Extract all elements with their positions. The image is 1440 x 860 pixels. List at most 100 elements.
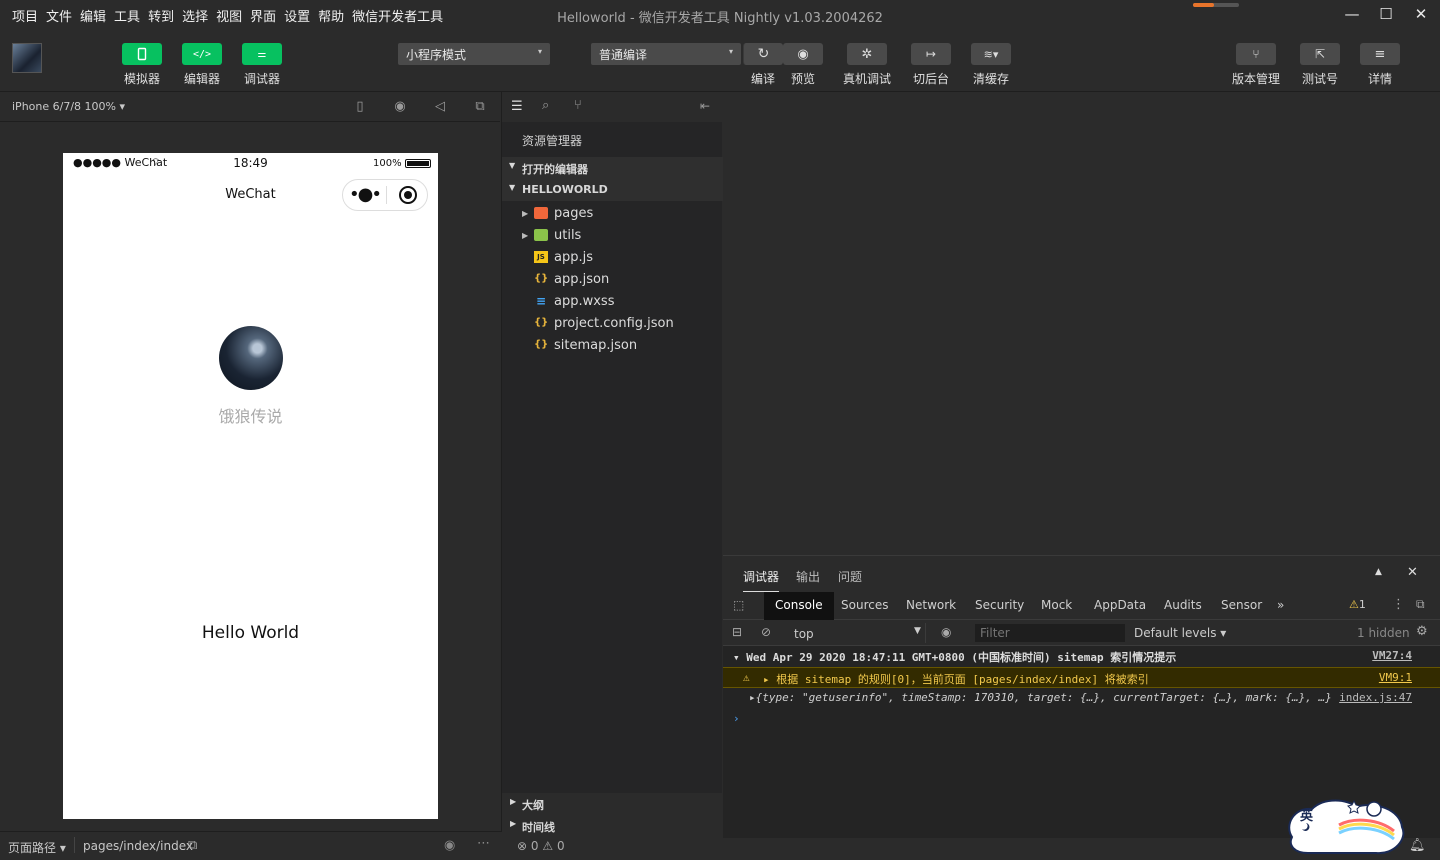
background-button[interactable]: ↦	[911, 43, 951, 65]
error-count[interactable]: ⊗ 0 ⚠ 0	[517, 839, 565, 853]
tab-network[interactable]: Network	[906, 598, 956, 612]
log-group[interactable]: ▾ Wed Apr 29 2020 18:47:11 GMT+0800 (中国标…	[723, 646, 1440, 667]
clear-cache-button[interactable]: ≋▾	[971, 43, 1011, 65]
tab-problems[interactable]: 问题	[838, 568, 862, 585]
branch-icon[interactable]: ⑂	[574, 98, 582, 113]
menu-icon: ≡	[1374, 46, 1386, 62]
clear-console-icon[interactable]: ⊘	[761, 625, 771, 639]
tab-sources[interactable]: Sources	[841, 598, 888, 612]
levels-select[interactable]: Default levels ▾	[1134, 626, 1226, 640]
chevron-down-icon: ▾	[537, 47, 542, 56]
chevron-up-icon[interactable]: ▲	[1375, 567, 1382, 577]
tree-item-label: app.js	[554, 249, 593, 265]
avatar[interactable]	[219, 326, 283, 390]
debugger-tabs: 调试器 输出 问题 ▲ ✕	[723, 556, 1440, 593]
outline-section[interactable]: ▶ 大纲	[502, 793, 723, 815]
remote-debug-button[interactable]: ✲	[847, 43, 887, 65]
test-account-button[interactable]: ⇱	[1300, 43, 1340, 65]
details-button[interactable]: ≡	[1360, 43, 1400, 65]
capsule-menu[interactable]: •●•	[342, 179, 428, 211]
close-icon[interactable]: ✕	[1407, 565, 1418, 580]
project-section[interactable]: ▼ HELLOWORLD	[502, 179, 723, 201]
compile-button[interactable]: ↻	[743, 43, 783, 65]
tab-debugger[interactable]: 调试器	[743, 568, 780, 593]
compile-select-value: 普通编译	[599, 48, 648, 62]
log-object[interactable]: ▸{type: "getuserinfo", timeStamp: 170310…	[723, 688, 1440, 709]
simulator-toggle[interactable]	[122, 43, 162, 65]
tree-item-app-js[interactable]: JS app.js	[502, 246, 723, 268]
tab-security[interactable]: Security	[975, 598, 1024, 612]
preview-button[interactable]: ◉	[783, 43, 823, 65]
tab-mock[interactable]: Mock	[1041, 598, 1072, 612]
close-target-icon[interactable]	[399, 186, 417, 204]
device-select[interactable]: iPhone 6/7/8 100% ▾	[12, 100, 125, 113]
maximize-button[interactable]: ☐	[1375, 5, 1397, 25]
context-select[interactable]: top ▼	[786, 623, 926, 643]
close-window-button[interactable]: ✕	[1410, 5, 1432, 25]
tab-audits[interactable]: Audits	[1164, 598, 1202, 612]
log-source-link[interactable]: VM9:1	[1379, 671, 1412, 684]
tab-output[interactable]: 输出	[796, 568, 820, 585]
compile-mode-select[interactable]: 普通编译 ▾	[591, 43, 741, 65]
warning-badge[interactable]: ⚠1	[1349, 598, 1366, 611]
log-source-link[interactable]: VM27:4	[1372, 649, 1412, 662]
ime-mascot[interactable]: 英	[1284, 795, 1408, 857]
switch-background-icon: ↦	[925, 47, 937, 61]
popout-icon[interactable]: ⧉	[472, 99, 488, 115]
mode-select[interactable]: 小程序模式 ▾	[398, 43, 550, 65]
list-icon[interactable]: ☰	[511, 99, 523, 114]
folder-pages-icon	[534, 207, 548, 219]
tab-appdata[interactable]: AppData	[1094, 598, 1146, 612]
tree-item-label: utils	[554, 227, 582, 243]
version-control-button[interactable]: ⑂	[1236, 43, 1276, 65]
bug-icon: ✲	[861, 46, 873, 62]
log-warning[interactable]: ⚠ ▸ 根据 sitemap 的规则[0]，当前页面 [pages/index/…	[723, 667, 1440, 688]
tree-item-app-wxss[interactable]: ≡ app.wxss	[502, 290, 723, 312]
preview-label: 预览	[790, 72, 815, 86]
debugger-toggle[interactable]: ⚌	[242, 43, 282, 65]
warning-icon: ⚠	[1349, 598, 1359, 611]
search-icon[interactable]: ⌕	[542, 98, 549, 113]
debugger-label: 调试器	[243, 72, 280, 86]
editor-toggle[interactable]: </>	[182, 43, 222, 65]
page-path-label[interactable]: 页面路径 ▾	[8, 839, 66, 856]
window-title: Helloworld - 微信开发者工具 Nightly v1.03.20042…	[557, 11, 883, 26]
refresh-icon: ↻	[757, 46, 770, 62]
tree-item-project-config[interactable]: {} project.config.json	[502, 312, 723, 334]
eye-icon[interactable]: ◉	[941, 625, 951, 639]
kebab-menu-icon[interactable]: ⋮	[1392, 597, 1405, 612]
console-prompt[interactable]: ›	[723, 709, 1440, 730]
more-dots-icon[interactable]: •●•	[343, 186, 386, 204]
volume-icon[interactable]: ◁	[432, 99, 448, 115]
collapse-panel-icon[interactable]: ⇤	[700, 99, 710, 113]
tab-sensor[interactable]: Sensor	[1221, 598, 1262, 612]
console-filter-input[interactable]	[975, 624, 1125, 642]
tree-item-utils[interactable]: ▶ utils	[502, 224, 723, 246]
outline-label: 大纲	[522, 799, 544, 812]
more-tabs-icon[interactable]: »	[1277, 598, 1284, 612]
more-icon[interactable]: ⋯	[477, 836, 490, 851]
phone-screen: ●●●●● WeChat ⌔ 18:49 100% WeChat •●• 饿狼传…	[63, 153, 438, 819]
sidebar-toggle-icon[interactable]: ⊟	[732, 625, 742, 639]
tree-item-app-json[interactable]: {} app.json	[502, 268, 723, 290]
dock-icon[interactable]: ⧉	[1416, 597, 1425, 612]
hello-text: Hello World	[201, 623, 300, 643]
warning-badge-count: 1	[1358, 598, 1366, 611]
record-icon[interactable]: ◉	[392, 99, 408, 115]
bell-icon[interactable]: 🔔︎	[1409, 838, 1426, 853]
eye-icon[interactable]: ◉	[444, 838, 455, 853]
tree-item-sitemap[interactable]: {} sitemap.json	[502, 334, 723, 356]
sliders-icon: ⚌	[257, 48, 267, 60]
log-source-link[interactable]: index.js:47	[1339, 691, 1412, 704]
inspect-icon[interactable]: ⬚	[733, 598, 744, 612]
tree-item-label: pages	[554, 205, 594, 221]
minimize-button[interactable]: —	[1341, 5, 1363, 25]
tab-console[interactable]: Console	[764, 592, 834, 620]
phone-outline-icon[interactable]: ▯	[352, 99, 368, 115]
timeline-section[interactable]: ▶ 时间线	[502, 815, 723, 837]
copy-icon[interactable]: ⧉	[188, 838, 197, 853]
tree-item-pages[interactable]: ▶ pages	[502, 202, 723, 224]
user-avatar-thumb[interactable]	[12, 43, 42, 73]
gear-icon[interactable]: ⚙	[1416, 624, 1428, 639]
open-editors-section[interactable]: ▼ 打开的编辑器	[502, 157, 723, 179]
